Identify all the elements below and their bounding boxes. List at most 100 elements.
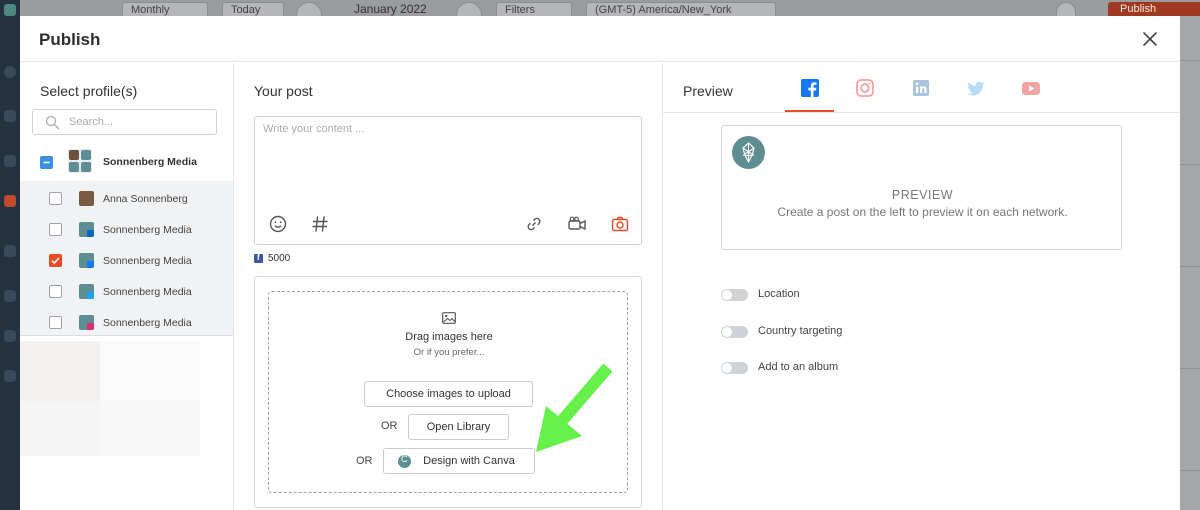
profile-name: Sonnenberg Media [103,255,192,267]
profile-list: Anna Sonnenberg Sonnenberg Media Sonnenb… [20,181,233,336]
char-count: 5000 [268,253,291,264]
country-targeting-toggle[interactable] [721,326,748,338]
profile-checkbox[interactable] [49,316,62,329]
nav-icon[interactable] [4,330,16,342]
user-avatar[interactable] [1056,2,1076,16]
search-box [32,109,217,135]
profile-row[interactable]: Sonnenberg Media [20,214,233,245]
close-icon[interactable] [1140,29,1160,49]
linkedin-icon [87,230,94,237]
profile-row[interactable]: Anna Sonnenberg [20,183,233,214]
content-textarea[interactable] [263,123,633,203]
twitter-icon [87,292,94,299]
tab-youtube[interactable] [1020,77,1042,99]
avatar [79,253,94,268]
profile-row[interactable]: Sonnenberg Media [20,245,233,276]
profile-checkbox[interactable] [49,254,62,267]
profiles-panel: Select profile(s) Sonnenberg Media Anna … [20,63,234,510]
calendar-grid-line [1180,368,1200,369]
publish-modal: Publish Select profile(s) Sonnenberg Med… [20,16,1180,510]
instagram-icon [87,323,94,330]
preview-panel: Preview PREVIEW Create a post on the lef… [663,63,1180,510]
profile-name: Anna Sonnenberg [103,193,188,205]
profile-name: Sonnenberg Media [103,286,192,298]
month-title: January 2022 [354,2,427,16]
avatar [79,315,94,330]
post-editor [254,116,642,245]
calendar-grid-line [1180,266,1200,267]
brand-logo-icon [732,136,765,169]
profile-name: Sonnenberg Media [103,224,192,236]
avatar [79,222,94,237]
canva-icon: C [398,454,411,468]
album-toggle[interactable] [721,362,748,374]
blurred-area [20,401,100,456]
modal-title: Publish [39,30,101,49]
profile-checkbox[interactable] [49,192,62,205]
tab-instagram[interactable] [854,77,876,99]
toggle-label: Add to an album [758,361,839,373]
timezone-select[interactable]: (GMT-5) America/New_York [586,2,776,16]
profile-row[interactable]: Sonnenberg Media [20,307,233,338]
nav-icon[interactable] [4,110,16,122]
calendar-grid-line [1180,164,1200,165]
post-panel: Your post f 5000 [234,63,663,510]
avatar [79,284,94,299]
emoji-icon[interactable] [267,213,289,235]
nav-icon[interactable] [4,155,16,167]
nav-icon[interactable] [4,245,16,257]
choose-images-button[interactable]: Choose images to upload [364,381,533,407]
open-library-button[interactable]: Open Library [408,414,509,440]
preview-heading: PREVIEW [891,188,954,202]
blurred-area [100,401,200,456]
view-select[interactable]: Monthly [122,2,208,16]
link-icon[interactable] [523,213,545,235]
facebook-icon [87,261,94,268]
search-icon [45,115,60,130]
collapse-icon[interactable] [4,66,16,78]
hashtag-icon[interactable] [309,213,331,235]
camera-icon[interactable] [609,213,631,235]
nav-icon[interactable] [4,370,16,382]
post-title: Your post [254,83,313,99]
search-input[interactable] [69,114,209,130]
preview-card: PREVIEW Create a post on the left to pre… [721,125,1122,250]
group-checkbox[interactable] [40,156,53,169]
tab-facebook[interactable] [799,77,821,99]
group-name: Sonnenberg Media [103,156,197,168]
publish-button[interactable]: Publish [1108,2,1200,16]
prev-month-button[interactable] [296,2,322,16]
facebook-icon: f [254,253,263,263]
image-dropzone[interactable]: Drag images here Or if you prefer... Cho… [268,291,628,493]
blurred-area [100,341,200,401]
nav-icon[interactable] [4,290,16,302]
drop-subtitle: Or if you prefer... [413,347,485,358]
blurred-area [20,341,100,401]
canva-button-label: Design with Canva [423,455,515,467]
profile-group-row[interactable]: Sonnenberg Media [20,145,233,181]
modal-header: Publish [20,16,1180,62]
profile-checkbox[interactable] [49,223,62,236]
app-toolbar: Monthly Today January 2022 Filters (GMT-… [20,0,1200,16]
tab-twitter[interactable] [965,77,987,99]
app-logo [4,4,16,16]
toggle-label: Location [758,288,800,300]
group-avatar [68,149,92,173]
toggle-label: Country targeting [758,325,843,337]
nav-icon[interactable] [4,195,16,207]
upload-card: Drag images here Or if you prefer... Cho… [254,276,642,508]
profiles-title: Select profile(s) [40,83,138,99]
tab-linkedin[interactable] [910,77,932,99]
location-toggle[interactable] [721,289,748,301]
or-label: OR [381,420,398,432]
drop-title: Drag images here [405,331,493,343]
filters-button[interactable]: Filters [496,2,572,16]
profile-row[interactable]: Sonnenberg Media [20,276,233,307]
preview-divider [663,112,1180,113]
design-with-canva-button[interactable]: C Design with Canva [383,448,535,474]
today-button[interactable]: Today [222,2,284,16]
video-icon[interactable] [566,213,588,235]
profile-checkbox[interactable] [49,285,62,298]
profile-name: Sonnenberg Media [103,317,192,329]
next-month-button[interactable] [456,2,482,16]
